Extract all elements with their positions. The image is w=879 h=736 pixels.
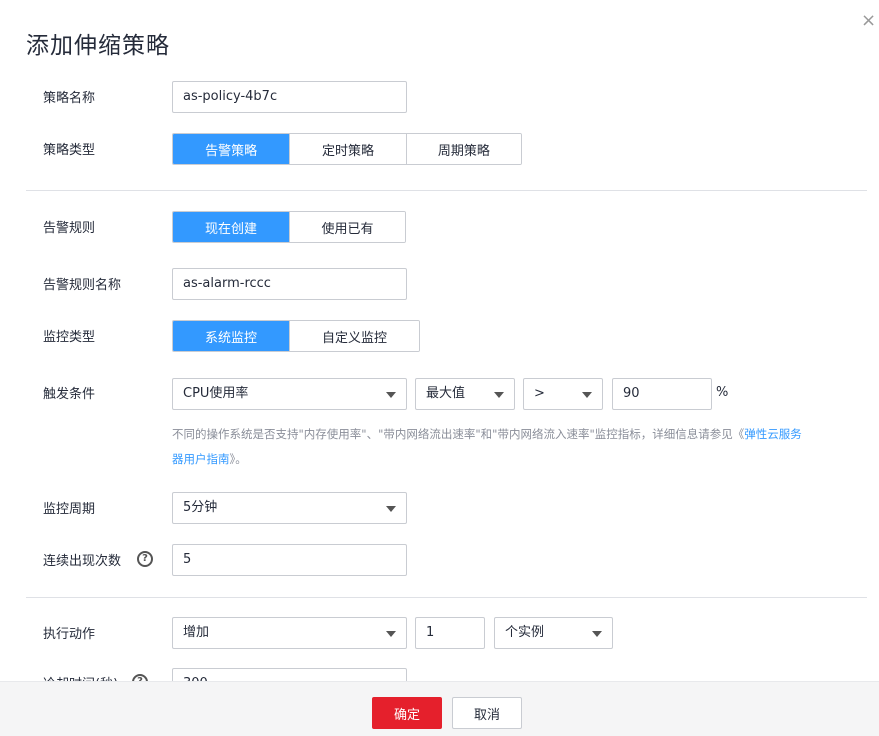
policy-name-input[interactable]: as-policy-4b7c	[172, 81, 407, 113]
policy-type-alarm[interactable]: 告警策略	[173, 134, 290, 164]
dialog-title: 添加伸缩策略	[26, 33, 170, 59]
monitor-period-select[interactable]: 5分钟	[172, 492, 407, 524]
section-divider	[26, 597, 867, 598]
trigger-aggregation-value: 最大值	[426, 386, 466, 401]
chevron-down-icon	[582, 392, 592, 398]
alarm-rule-create-now[interactable]: 现在创建	[173, 212, 289, 242]
action-operation-value: 增加	[183, 625, 210, 640]
policy-type-scheduled[interactable]: 定时策略	[289, 134, 406, 164]
monitor-period-value: 5分钟	[183, 500, 218, 515]
alarm-rule-name-label: 告警规则名称	[43, 278, 122, 293]
close-icon[interactable]: ×	[861, 12, 876, 30]
help-icon[interactable]: ?	[137, 551, 153, 567]
monitor-type-label: 监控类型	[43, 330, 96, 345]
cooldown-row-clip: 冷却时间(秒) ? 300	[0, 665, 879, 681]
chevron-down-icon	[494, 392, 504, 398]
confirm-button[interactable]: 确定	[372, 697, 442, 729]
trigger-operator-value: >	[534, 386, 545, 401]
trigger-condition-label: 触发条件	[43, 387, 96, 402]
policy-name-label: 策略名称	[43, 91, 96, 106]
policy-type-periodic[interactable]: 周期策略	[405, 134, 521, 164]
help-icon[interactable]: ?	[132, 674, 148, 681]
policy-type-segmented: 告警策略 定时策略 周期策略	[172, 133, 522, 165]
alarm-rule-use-existing[interactable]: 使用已有	[289, 212, 405, 242]
alarm-rule-segmented: 现在创建 使用已有	[172, 211, 406, 243]
chevron-down-icon	[386, 392, 396, 398]
chevron-down-icon	[592, 631, 602, 637]
chevron-down-icon	[386, 631, 396, 637]
action-unit-value: 个实例	[505, 625, 545, 640]
add-scaling-policy-dialog: 添加伸缩策略 × 策略名称 as-policy-4b7c 策略类型 告警策略 定…	[0, 0, 879, 736]
trigger-metric-value: CPU使用率	[183, 386, 249, 401]
trigger-operator-select[interactable]: >	[523, 378, 603, 410]
consecutive-count-input[interactable]: 5	[172, 544, 407, 576]
trigger-unit: %	[716, 385, 729, 400]
metric-support-hint: 不同的操作系统是否支持"内存使用率"、"带内网络流出速率"和"带内网络流入速率"…	[172, 422, 812, 472]
trigger-threshold-input[interactable]: 90	[612, 378, 712, 410]
trigger-aggregation-select[interactable]: 最大值	[415, 378, 515, 410]
chevron-down-icon	[386, 506, 396, 512]
action-operation-select[interactable]: 增加	[172, 617, 407, 649]
trigger-metric-select[interactable]: CPU使用率	[172, 378, 407, 410]
policy-type-label: 策略类型	[43, 143, 96, 158]
cooldown-input[interactable]: 300	[172, 668, 407, 681]
cooldown-label: 冷却时间(秒)	[43, 673, 118, 681]
alarm-rule-label: 告警规则	[43, 221, 96, 236]
hint-end: 》。	[229, 452, 247, 466]
action-unit-select[interactable]: 个实例	[494, 617, 613, 649]
hint-text: 不同的操作系统是否支持"内存使用率"、"带内网络流出速率"和"带内网络流入速率"…	[172, 427, 745, 441]
consecutive-count-label: 连续出现次数	[43, 554, 122, 569]
section-divider	[26, 190, 867, 191]
monitor-type-system[interactable]: 系统监控	[173, 321, 290, 351]
monitor-type-segmented: 系统监控 自定义监控	[172, 320, 420, 352]
action-count-input[interactable]: 1	[415, 617, 485, 649]
action-label: 执行动作	[43, 627, 96, 642]
monitor-type-custom[interactable]: 自定义监控	[289, 321, 419, 351]
alarm-rule-name-input[interactable]: as-alarm-rccc	[172, 268, 407, 300]
cancel-button[interactable]: 取消	[452, 697, 522, 729]
monitor-period-label: 监控周期	[43, 502, 96, 517]
